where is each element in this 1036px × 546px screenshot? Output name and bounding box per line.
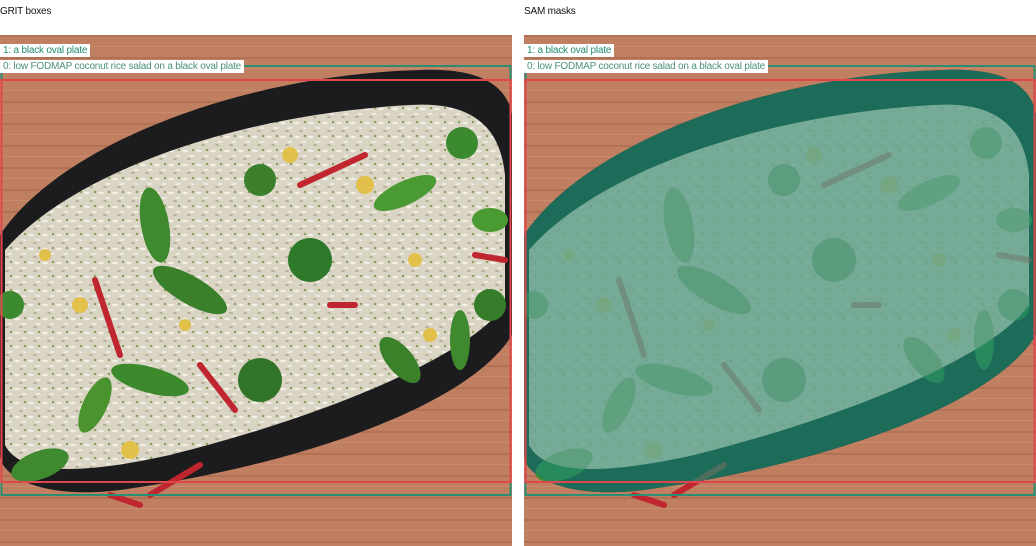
right-label-plate: 1: a black oval plate (524, 44, 615, 57)
right-panel-title: SAM masks (524, 6, 576, 17)
right-label-salad: 0: low FODMAP coconut rice salad on a bl… (524, 60, 769, 73)
left-photo-svg (0, 35, 512, 546)
right-photo-svg (524, 35, 1036, 546)
left-photo (0, 35, 512, 546)
left-panel-title: GRIT boxes (0, 6, 52, 17)
right-photo (524, 35, 1036, 546)
left-label-salad: 0: low FODMAP coconut rice salad on a bl… (0, 60, 245, 73)
left-label-plate: 1: a black oval plate (0, 44, 91, 57)
